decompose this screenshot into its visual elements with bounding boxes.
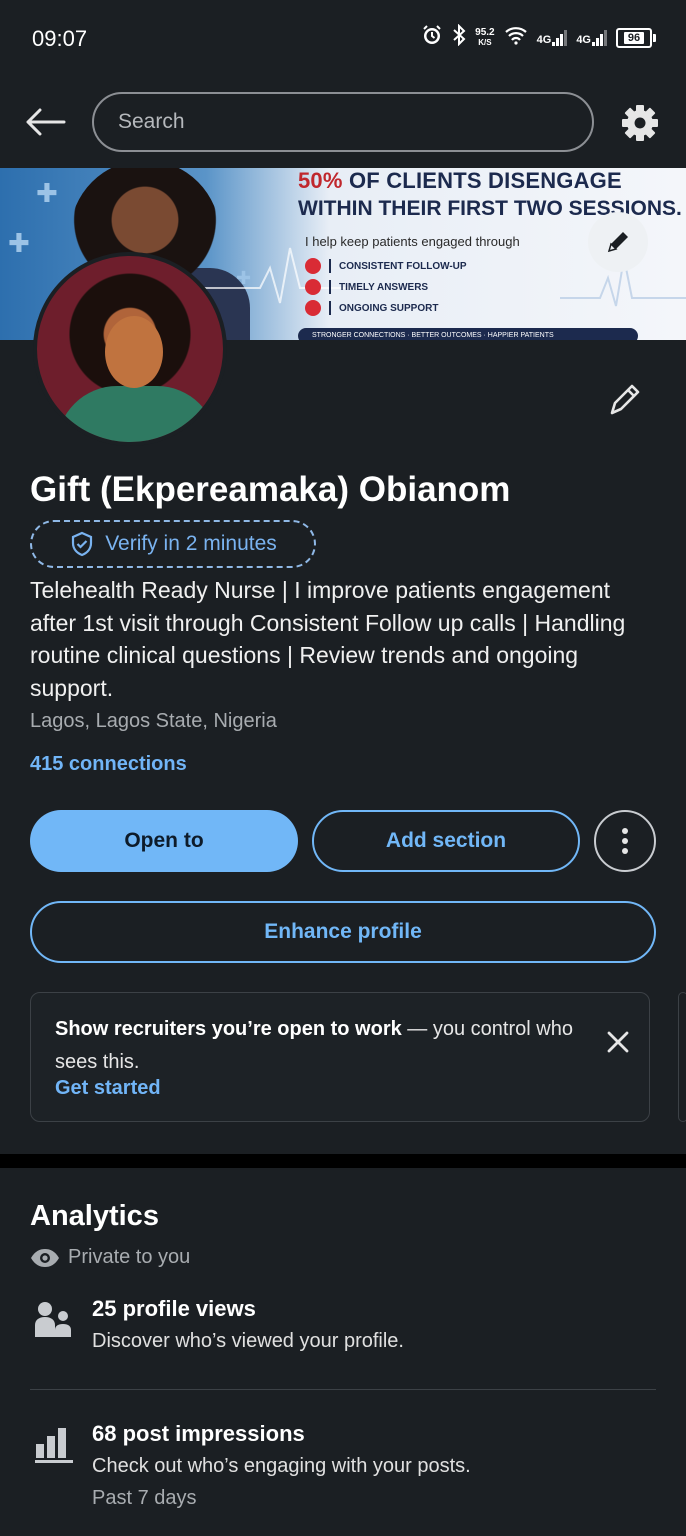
add-section-button[interactable]: Add section: [312, 810, 580, 872]
eye-icon: [31, 1248, 59, 1267]
get-started-link[interactable]: Get started: [55, 1077, 161, 1100]
banner-percent: 50%: [298, 168, 343, 193]
bluetooth-icon: [452, 23, 466, 51]
speed-value: 95.2: [475, 26, 495, 38]
clock-icon: [305, 279, 321, 295]
battery-level: 96: [623, 31, 645, 44]
divider: [30, 1389, 656, 1390]
banner-footer: STRONGER CONNECTIONS · BETTER OUTCOMES ·…: [298, 328, 638, 340]
network-type-2: 4G: [576, 33, 591, 46]
pencil-icon: [607, 232, 628, 253]
medical-cross-icon: ✚: [8, 228, 30, 258]
banner-item: TIMELY ANSWERS: [305, 279, 428, 295]
banner-headline-rest: OF CLIENTS DISENGAGE: [342, 168, 622, 193]
status-bar: 09:07 95.2 K/S 4G 4G 96: [0, 0, 686, 80]
analytics-section: Analytics Private to you 25 profile view…: [0, 1168, 686, 1536]
more-options-button[interactable]: [594, 810, 656, 872]
post-impressions-item[interactable]: 68 post impressions Check out who’s enga…: [30, 1421, 656, 1521]
speed-unit: K/S: [478, 37, 492, 47]
verify-border: [30, 520, 316, 568]
settings-button[interactable]: [616, 100, 664, 146]
profile-views-item[interactable]: 25 profile views Discover who’s viewed y…: [30, 1296, 656, 1366]
bar-chart-icon: [30, 1421, 76, 1467]
banner-item-label: CONSISTENT FOLLOW-UP: [339, 260, 467, 272]
enhance-profile-button[interactable]: Enhance profile: [30, 901, 656, 963]
profile-photo[interactable]: [33, 252, 227, 446]
banner-item: CONSISTENT FOLLOW-UP: [305, 258, 467, 274]
signal-2: 4G: [576, 29, 607, 46]
profile-headline: Telehealth Ready Nurse | I improve patie…: [30, 577, 626, 701]
close-icon: [607, 1031, 629, 1053]
profile-views-desc: Discover who’s viewed your profile.: [92, 1330, 404, 1352]
profile-location: Lagos, Lagos State, Nigeria: [30, 710, 277, 732]
post-impressions-desc: Check out who’s engaging with your posts…: [92, 1455, 471, 1477]
status-time: 09:07: [32, 26, 88, 51]
banner-headline-1: 50% OF CLIENTS DISENGAGE: [298, 170, 622, 192]
signal-bars-icon: [592, 29, 607, 46]
status-icons: 95.2 K/S 4G 4G 96: [421, 23, 656, 51]
open-to-work-text: Show recruiters you’re open to work — yo…: [55, 1013, 575, 1079]
medical-cross-icon: ✚: [36, 178, 58, 208]
open-to-button[interactable]: Open to: [30, 810, 298, 872]
banner-subtitle: I help keep patients engaged through: [305, 234, 520, 249]
signal-bars-icon: [552, 29, 568, 46]
analytics-privacy: Private to you: [30, 1246, 190, 1269]
search-input[interactable]: Search: [92, 92, 594, 152]
back-button[interactable]: [22, 102, 68, 142]
banner-item-label: ONGOING SUPPORT: [339, 302, 439, 314]
post-impressions-period: Past 7 days: [92, 1487, 197, 1509]
more-vertical-icon: [622, 828, 628, 854]
battery-icon: 96: [616, 27, 656, 48]
network-type-1: 4G: [536, 33, 552, 46]
profile-name: Gift (Ekpereamaka) Obianom: [30, 470, 511, 509]
search-placeholder: Search: [118, 110, 185, 133]
avatar-face: [105, 316, 163, 388]
profile-views-title: 25 profile views: [92, 1296, 256, 1321]
next-card-peek[interactable]: [678, 992, 686, 1122]
calendar-icon: [305, 258, 321, 274]
pencil-icon: [610, 384, 640, 415]
dismiss-card-button[interactable]: [601, 1025, 635, 1059]
alarm-icon: [421, 24, 443, 51]
network-speed: 95.2 K/S: [475, 26, 495, 48]
wifi-icon: [504, 25, 528, 50]
open-to-work-card: Show recruiters you’re open to work — yo…: [30, 992, 650, 1122]
gear-icon: [622, 105, 658, 141]
edit-intro-button[interactable]: [598, 374, 650, 426]
top-bar: Search: [0, 80, 686, 168]
privacy-label: Private to you: [68, 1246, 191, 1268]
avatar-shoulders: [57, 386, 217, 442]
analytics-title: Analytics: [30, 1200, 159, 1232]
back-arrow-icon: [26, 108, 66, 136]
verify-button[interactable]: Verify in 2 minutes: [30, 520, 316, 568]
people-icon: [30, 1296, 76, 1342]
connections-link[interactable]: 415 connections: [30, 753, 187, 776]
edit-banner-button[interactable]: [588, 212, 648, 272]
support-icon: [305, 300, 321, 316]
profile-card: ✚ ✚ ✚ 50% OF CLIENTS DISENGAGE WITHIN TH…: [0, 168, 686, 1154]
banner-item-label: TIMELY ANSWERS: [339, 281, 429, 293]
signal-1: 4G: [536, 29, 568, 46]
post-impressions-title: 68 post impressions: [92, 1421, 305, 1446]
open-to-work-bold: Show recruiters you’re open to work: [55, 1018, 402, 1040]
banner-item: ONGOING SUPPORT: [305, 300, 438, 316]
